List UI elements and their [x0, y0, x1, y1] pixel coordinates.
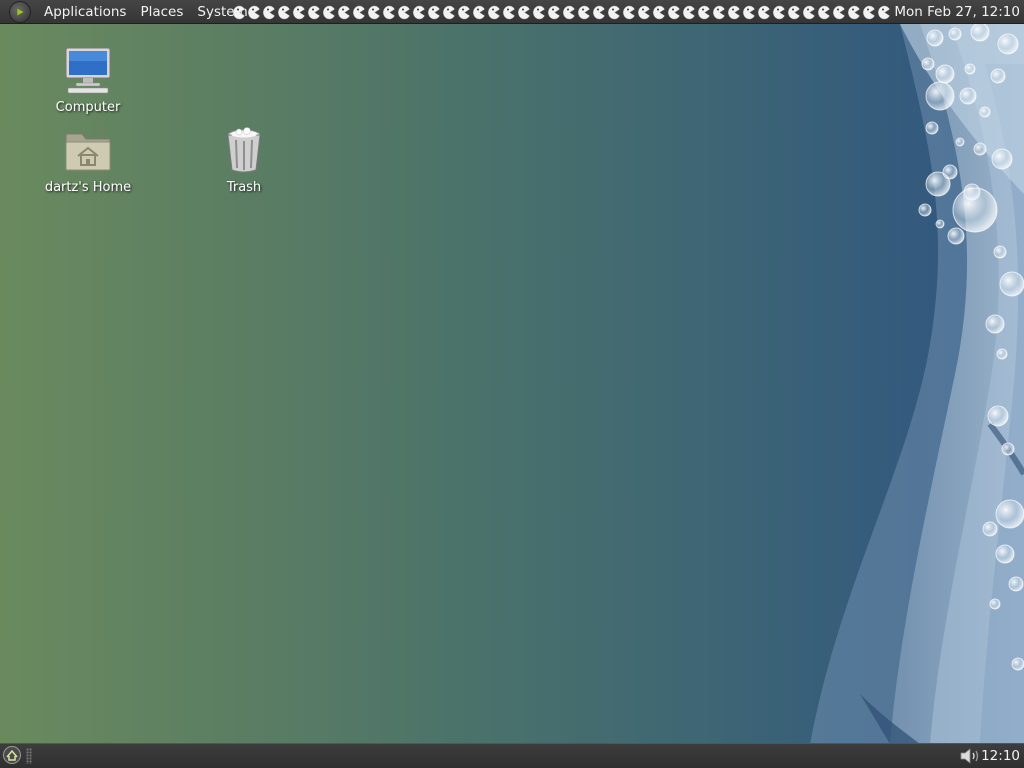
pacman-launcher-icon[interactable] [638, 4, 651, 20]
pacman-launcher-icon[interactable] [503, 4, 516, 20]
wallpaper-decoration [810, 24, 1024, 744]
top-panel: Applications Places System Mon Feb 27, 1… [0, 0, 1024, 24]
speaker-icon[interactable] [958, 746, 982, 766]
pacman-launcher-icon[interactable] [518, 4, 531, 20]
pacman-launcher-icon[interactable] [338, 4, 351, 20]
desktop-icon-label: dartz's Home [44, 180, 132, 195]
pacman-launcher-icon[interactable] [563, 4, 576, 20]
desktop-screen: Applications Places System Mon Feb 27, 1… [0, 0, 1024, 768]
pacman-launcher-icon[interactable] [623, 4, 636, 20]
pacman-launcher-icon[interactable] [683, 4, 696, 20]
pacman-launcher-icon[interactable] [863, 4, 876, 20]
pacman-launcher-icon[interactable] [458, 4, 471, 20]
pacman-launcher-icon[interactable] [578, 4, 591, 20]
pacman-launcher-icon[interactable] [773, 4, 786, 20]
applications-menu[interactable]: Applications [37, 0, 133, 24]
pacman-launcher-icon[interactable] [233, 4, 246, 20]
desktop-icon-label: Computer [55, 100, 121, 115]
bottom-panel: 12:10 [0, 743, 1024, 768]
launcher-strip [233, 3, 895, 21]
pacman-launcher-icon[interactable] [443, 4, 456, 20]
pacman-launcher-icon[interactable] [818, 4, 831, 20]
pacman-launcher-icon[interactable] [833, 4, 846, 20]
top-panel-clock[interactable]: Mon Feb 27, 12:10 [894, 0, 1020, 24]
pacman-launcher-icon[interactable] [668, 4, 681, 20]
pacman-launcher-icon[interactable] [488, 4, 501, 20]
home-folder-icon [65, 133, 111, 171]
show-desktop-icon[interactable] [2, 745, 22, 765]
pacman-launcher-icon[interactable] [653, 4, 666, 20]
pacman-launcher-icon[interactable] [248, 4, 261, 20]
pacman-launcher-icon[interactable] [713, 4, 726, 20]
distro-logo-icon[interactable] [9, 0, 31, 23]
desktop-icon-trash[interactable]: Trash [196, 126, 292, 195]
panel-drag-handle[interactable] [26, 748, 32, 764]
desktop-icon-computer[interactable]: Computer [40, 44, 136, 115]
pacman-launcher-icon[interactable] [428, 4, 441, 20]
places-menu[interactable]: Places [133, 0, 190, 24]
pacman-launcher-icon[interactable] [728, 4, 741, 20]
pacman-launcher-icon[interactable] [323, 4, 336, 20]
monitor-icon [65, 47, 111, 94]
pacman-launcher-icon[interactable] [548, 4, 561, 20]
pacman-launcher-icon[interactable] [608, 4, 621, 20]
pacman-launcher-icon[interactable] [758, 4, 771, 20]
pacman-launcher-icon[interactable] [848, 4, 861, 20]
pacman-launcher-icon[interactable] [788, 4, 801, 20]
pacman-launcher-icon[interactable] [263, 4, 276, 20]
pacman-launcher-icon[interactable] [593, 4, 606, 20]
bottom-panel-clock[interactable]: 12:10 [981, 744, 1020, 768]
pacman-launcher-icon[interactable] [383, 4, 396, 20]
pacman-launcher-icon[interactable] [308, 4, 321, 20]
pacman-launcher-icon[interactable] [803, 4, 816, 20]
trash-icon [227, 127, 261, 173]
desktop-icon-label: Trash [226, 180, 262, 195]
pacman-launcher-icon[interactable] [368, 4, 381, 20]
pacman-launcher-icon[interactable] [293, 4, 306, 20]
pacman-launcher-icon[interactable] [413, 4, 426, 20]
pacman-launcher-icon[interactable] [473, 4, 486, 20]
play-arrow-icon [16, 6, 25, 17]
pacman-launcher-icon[interactable] [278, 4, 291, 20]
pacman-launcher-icon[interactable] [878, 4, 891, 20]
pacman-launcher-icon[interactable] [743, 4, 756, 20]
pacman-launcher-icon[interactable] [353, 4, 366, 20]
pacman-launcher-icon[interactable] [698, 4, 711, 20]
pacman-launcher-icon[interactable] [533, 4, 546, 20]
pacman-launcher-icon[interactable] [398, 4, 411, 20]
desktop-icon-home[interactable]: dartz's Home [40, 126, 136, 195]
